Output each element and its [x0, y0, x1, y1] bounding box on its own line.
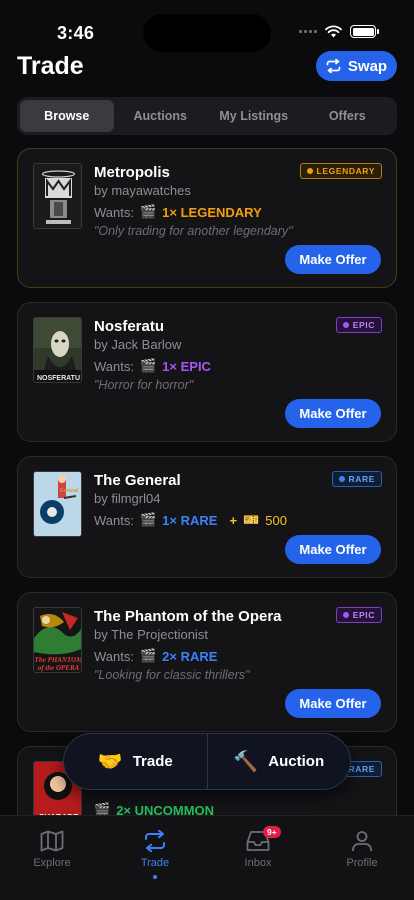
trade-tabs: Browse Auctions My Listings Offers: [17, 97, 397, 135]
listing-quote: "Horror for horror": [94, 378, 194, 392]
rarity-badge: EPIC: [335, 607, 382, 623]
listing-wants: Wants: 🎬 1× EPIC: [94, 358, 211, 374]
make-offer-button[interactable]: Make Offer: [285, 245, 381, 274]
tab-browse[interactable]: Browse: [20, 100, 114, 132]
wifi-icon: [325, 25, 342, 38]
ticket-icon: 🎫: [243, 512, 260, 527]
map-icon: [40, 830, 64, 852]
listing-title: Nosferatu: [94, 318, 165, 335]
tab-my-listings[interactable]: My Listings: [207, 100, 301, 132]
rarity-badge: LEGENDARY: [299, 163, 382, 179]
wants-value: 1× EPIC: [162, 358, 211, 374]
dynamic-island: [143, 14, 271, 52]
page-title: Trade: [17, 52, 84, 80]
svg-text:The PHANTOM: The PHANTOM: [35, 656, 82, 664]
listing-card[interactable]: NOSFERATU Nosferatu by Jack Barlow Wants…: [17, 302, 397, 442]
rarity-dot-icon: [306, 168, 313, 174]
listing-quote: "Looking for classic thrillers": [94, 668, 250, 682]
wants-value: 1× LEGENDARY: [162, 204, 262, 220]
gavel-icon: 🔨: [233, 751, 259, 773]
film-icon: 🎬: [139, 648, 157, 663]
rarity-badge-label: EPIC: [352, 610, 375, 620]
wants-label: Wants:: [94, 512, 134, 528]
tab-explore-label: Explore: [33, 857, 71, 869]
listing-card[interactable]: Metropolis by mayawatches Wants: 🎬 1× LE…: [17, 148, 397, 288]
listing-wants: Wants: 🎬 1× RARE + 🎫 500: [94, 512, 287, 528]
listing-title: The General: [94, 472, 181, 489]
status-icons: [299, 25, 379, 38]
listing-card[interactable]: General The General by filmgrl04 Wants: …: [17, 456, 397, 578]
plus-sign: +: [229, 512, 238, 528]
header: Trade Swap: [0, 50, 414, 90]
person-icon: [352, 831, 372, 851]
listing-owner: by Jack Barlow: [94, 337, 182, 352]
swap-button-label: Swap: [347, 57, 388, 75]
poster-metropolis: [33, 163, 82, 229]
listing-owner: by The Projectionist: [94, 627, 208, 642]
rarity-badge-label: EPIC: [352, 320, 375, 330]
make-offer-button[interactable]: Make Offer: [285, 689, 381, 718]
swap-button[interactable]: Swap: [316, 51, 397, 81]
floating-action-bar: 🤝 Trade 🔨 Auction: [63, 733, 351, 790]
rarity-dot-icon: [342, 322, 349, 328]
rarity-badge: EPIC: [335, 317, 382, 333]
auction-action-label: Auction: [268, 753, 325, 770]
film-icon: 🎬: [139, 204, 157, 219]
active-indicator: [153, 875, 157, 879]
swap-icon: [145, 830, 165, 852]
trade-action-label: Trade: [132, 753, 173, 770]
rarity-badge-label: LEGENDARY: [316, 166, 375, 176]
wants-label: Wants:: [94, 648, 134, 664]
poster-phantom-of-the-opera: The PHANTOM of the OPERA: [33, 607, 82, 673]
svg-text:of the OPERA: of the OPERA: [38, 664, 80, 672]
tab-profile-label: Profile: [346, 857, 378, 869]
rarity-dot-icon: [338, 476, 345, 482]
tab-inbox[interactable]: 9+ Inbox: [223, 826, 293, 869]
rarity-badge-label: RARE: [348, 474, 375, 484]
listing-title: The Phantom of the Opera: [94, 608, 282, 625]
tab-profile[interactable]: Profile: [327, 830, 397, 869]
trade-action-button[interactable]: 🤝 Trade: [64, 734, 207, 789]
svg-text:NOSFERATU: NOSFERATU: [37, 375, 80, 382]
tab-inbox-label: Inbox: [244, 857, 272, 869]
film-icon: 🎬: [139, 358, 157, 373]
listing-title: Metropolis: [94, 164, 170, 181]
swap-icon: [326, 59, 341, 73]
poster-the-general: General: [33, 471, 82, 537]
tab-explore[interactable]: Explore: [17, 830, 87, 869]
listing-wants: Wants: 🎬 2× RARE: [94, 648, 217, 664]
listing-card[interactable]: The PHANTOM of the OPERA The Phantom of …: [17, 592, 397, 732]
wants-extra: 500: [265, 512, 287, 528]
wants-label: Wants:: [94, 358, 134, 374]
rarity-dot-icon: [342, 612, 349, 618]
rarity-badge: RARE: [331, 471, 382, 487]
listing-owner: by filmgrl04: [94, 491, 161, 506]
film-icon: 🎬: [139, 512, 157, 527]
tab-offers[interactable]: Offers: [301, 100, 395, 132]
rarity-badge-label: RARE: [348, 764, 375, 774]
listing-owner: by mayawatches: [94, 183, 191, 198]
battery-icon: [350, 25, 379, 38]
wants-value: 2× RARE: [162, 648, 218, 664]
wants-label: Wants:: [94, 204, 134, 220]
tab-auctions[interactable]: Auctions: [114, 100, 208, 132]
status-time: 3:46: [57, 23, 95, 43]
bottom-tab-bar: Explore Trade 9+ Inbox Profile: [0, 815, 414, 900]
listing-quote: "Only trading for another legendary": [94, 224, 293, 238]
inbox-unread-badge: 9+: [263, 826, 281, 838]
handshake-icon: 🤝: [97, 751, 123, 773]
signal-icon: [299, 30, 317, 33]
auction-action-button[interactable]: 🔨 Auction: [208, 734, 351, 789]
make-offer-button[interactable]: Make Offer: [285, 535, 381, 564]
poster-nosferatu: NOSFERATU: [33, 317, 82, 383]
tab-trade-label: Trade: [140, 857, 170, 869]
svg-text:General: General: [60, 488, 79, 494]
make-offer-button[interactable]: Make Offer: [285, 399, 381, 428]
wants-value: 1× RARE: [162, 512, 218, 528]
status-bar: 3:46: [0, 0, 414, 52]
listing-wants: Wants: 🎬 1× LEGENDARY: [94, 204, 262, 220]
tab-trade[interactable]: Trade: [120, 830, 190, 879]
